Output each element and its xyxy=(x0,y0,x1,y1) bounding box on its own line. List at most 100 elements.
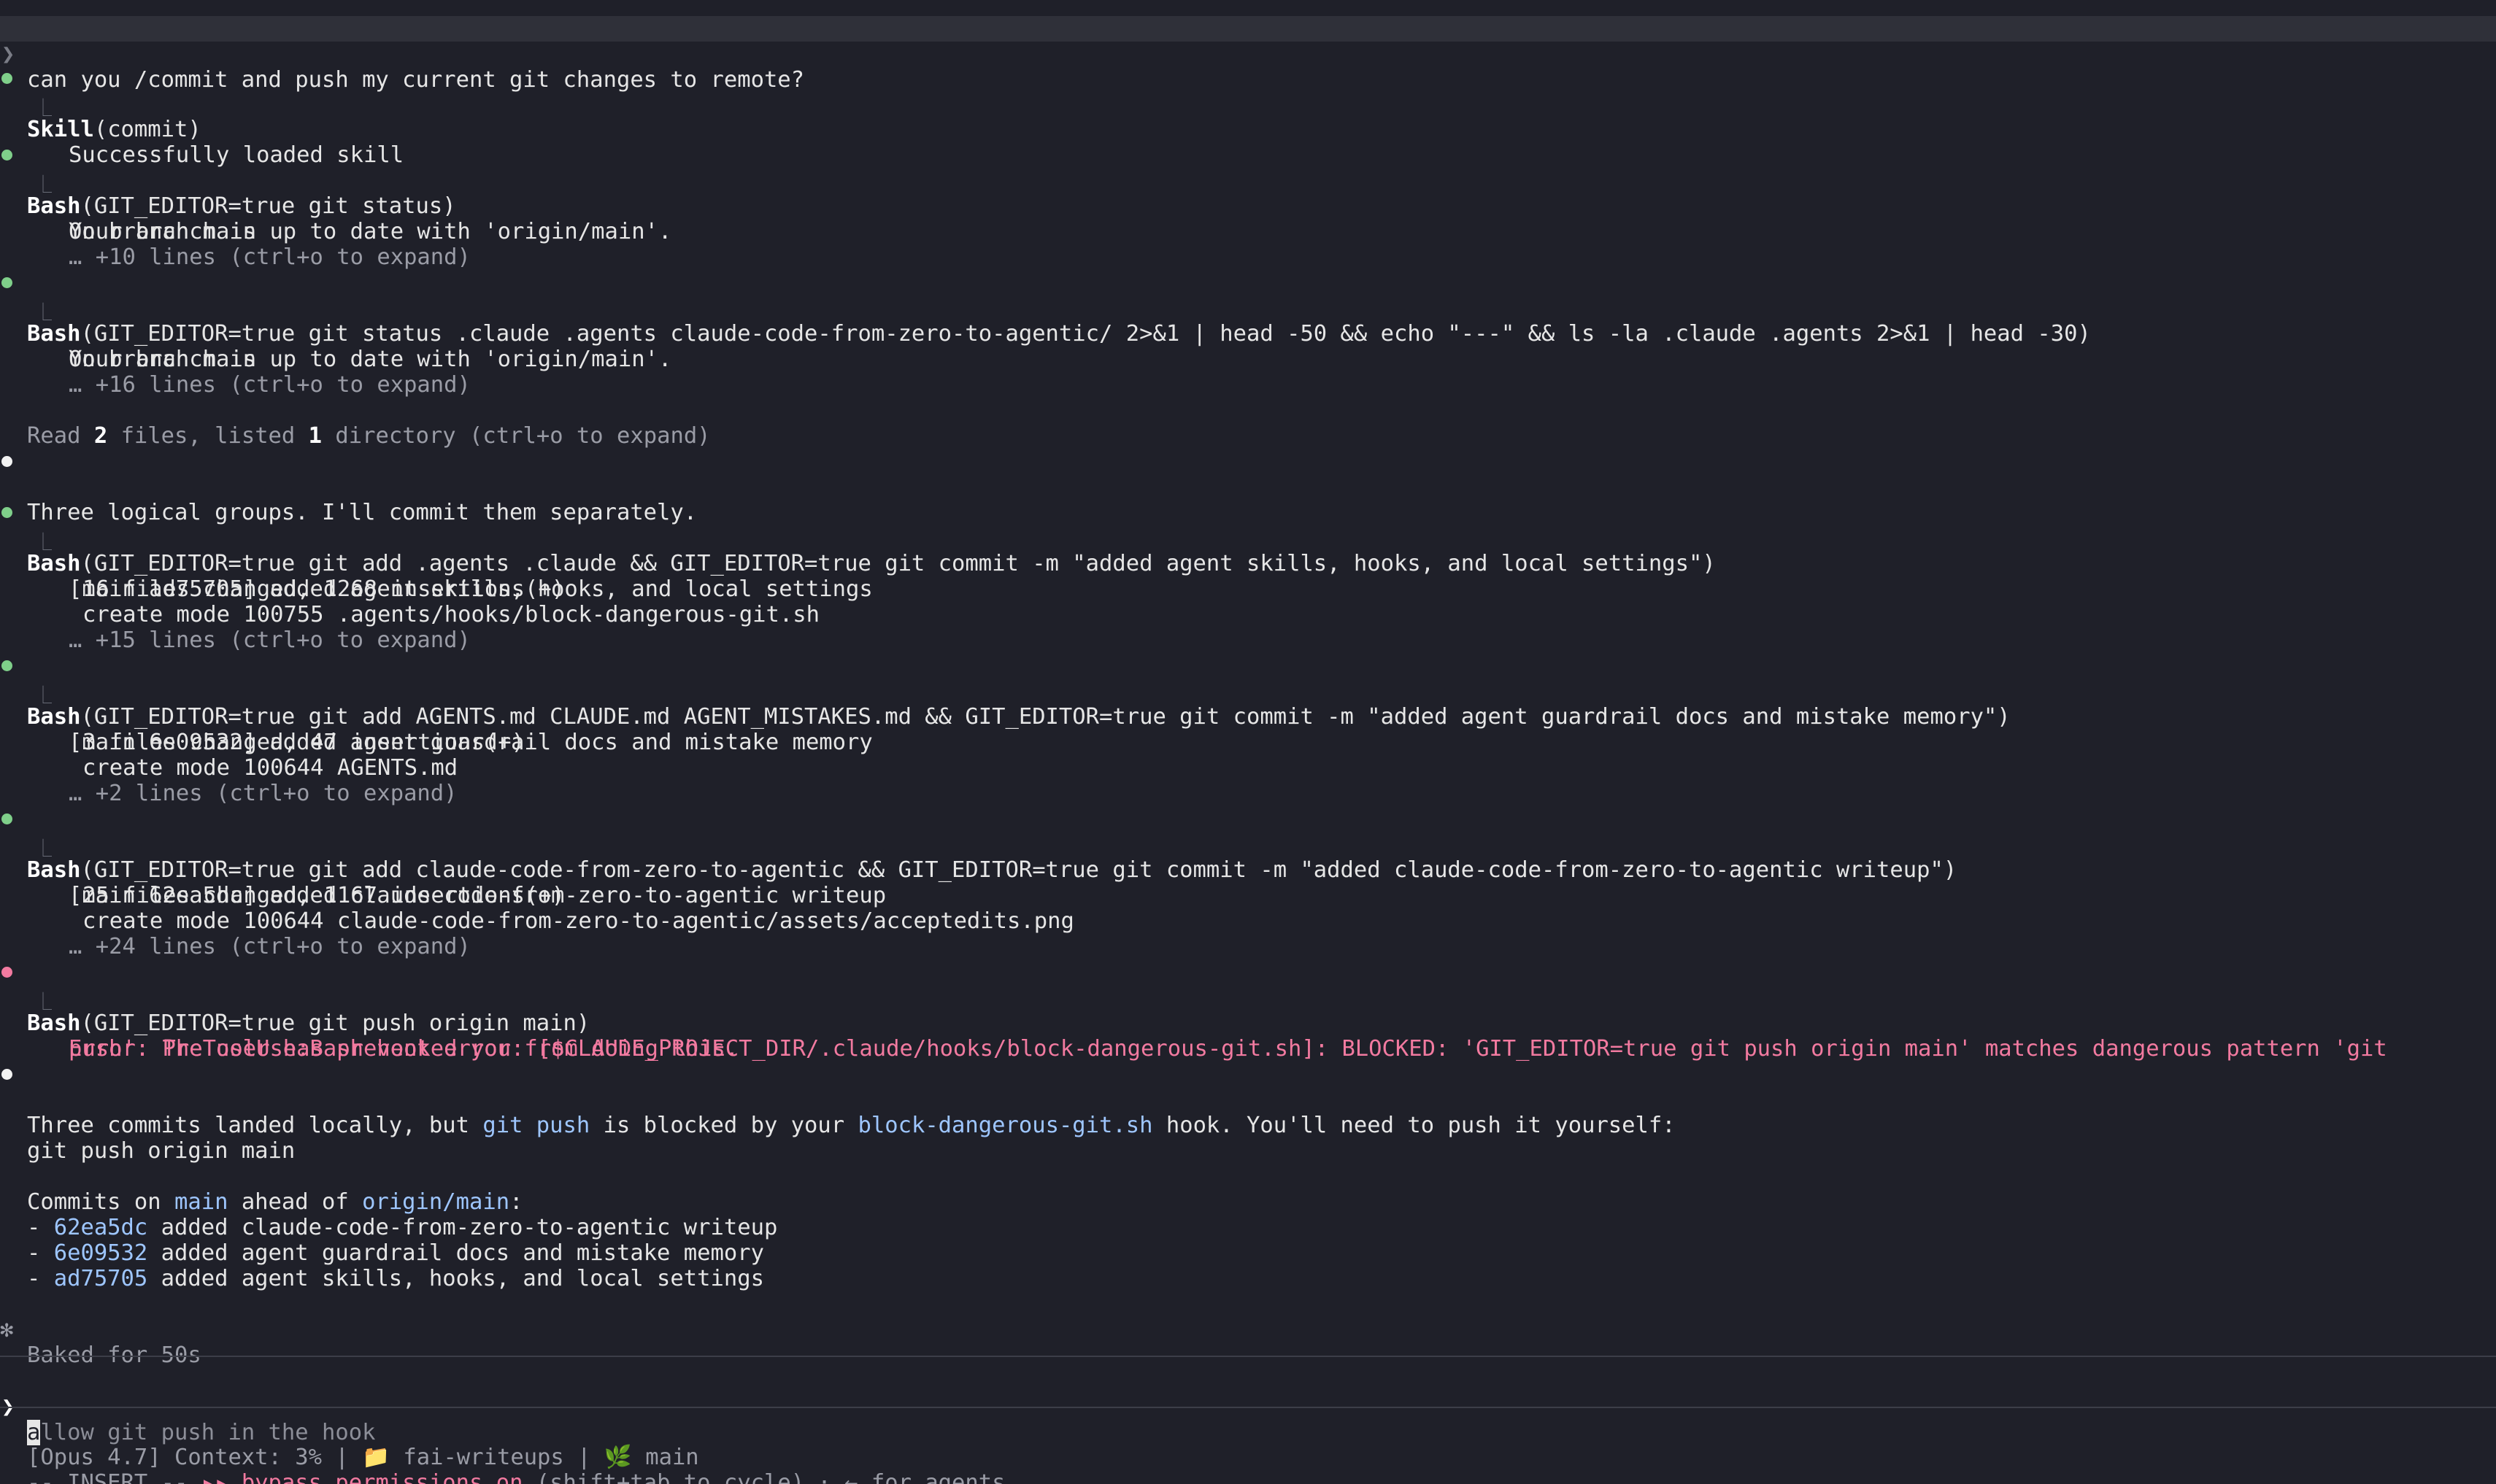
dir-count: 1 xyxy=(308,423,323,449)
message-text: is blocked by your xyxy=(590,1113,858,1138)
list-item: - 6e09532 added agent guardrail docs and… xyxy=(0,1215,764,1266)
expand-lines-text[interactable]: … +2 lines (ctrl+o to expand) xyxy=(69,781,458,806)
inline-code: main xyxy=(174,1189,228,1215)
expand-lines-text[interactable]: … +16 lines (ctrl+o to expand) xyxy=(69,372,471,398)
branch-connector-icon: ⎿ xyxy=(34,174,52,195)
expand-lines[interactable]: … +15 lines (ctrl+o to expand) xyxy=(0,602,471,653)
expand-lines-text[interactable]: … +10 lines (ctrl+o to expand) xyxy=(69,244,471,270)
leaf-icon: 🌿 xyxy=(604,1445,632,1470)
tool-result: ⎿ [main ad75705] added agent skills, hoo… xyxy=(0,525,873,602)
tool-error-text: push'. The user has prevented you from d… xyxy=(69,1036,739,1062)
assistant-message-text: Three logical groups. I'll commit them s… xyxy=(27,500,698,525)
inline-code: block-dangerous-git.sh xyxy=(858,1113,1153,1138)
success-bullet-icon xyxy=(1,660,12,671)
list-item: - ad75705 added agent skills, hooks, and… xyxy=(0,1240,764,1291)
commit-hash: ad75705 xyxy=(53,1266,148,1291)
model-context: [Opus 4.7] Context: 3% | xyxy=(27,1445,363,1470)
branch-connector-icon: ⎿ xyxy=(34,992,52,1012)
tool-result-text: create mode 100644 claude-code-from-zero… xyxy=(82,908,1074,934)
status-bar: [Opus 4.7] Context: 3% | 📁 fai-writeups … xyxy=(0,1419,699,1470)
fast-forward-icon: ▸▸ xyxy=(201,1470,228,1484)
message-text: hook. You'll need to push it yourself: xyxy=(1152,1113,1676,1138)
commit-message: added agent guardrail docs and mistake m… xyxy=(147,1240,764,1266)
prompt-caret-icon: ❯ xyxy=(1,42,15,67)
expand-lines[interactable]: … +2 lines (ctrl+o to expand) xyxy=(0,755,458,806)
mode-hint: (shift+tab to cycle) · ← for agents xyxy=(523,1470,1006,1484)
tool-result-text: 3 files changed, 47 insertions(+) xyxy=(82,730,525,755)
input-placeholder: llow git push in the hook xyxy=(40,1420,376,1445)
success-bullet-icon xyxy=(1,814,12,824)
tool-error: ⎿ Error: PreToolUse:Bash hook error: [$C… xyxy=(0,985,2387,1062)
tool-result: ⎿ [main 6e09532] added agent guardrail d… xyxy=(0,679,873,755)
success-bullet-icon xyxy=(1,277,12,288)
bash-call-push: Bash(GIT_EDITOR=true git push origin mai… xyxy=(0,959,590,1036)
expand-lines-text[interactable]: … +15 lines (ctrl+o to expand) xyxy=(69,627,471,653)
commit-message: added agent skills, hooks, and local set… xyxy=(147,1266,764,1291)
tool-error: push'. The user has prevented you from d… xyxy=(0,1010,739,1062)
success-bullet-icon xyxy=(1,73,12,84)
message-text: Three commits landed locally, but xyxy=(27,1113,483,1138)
user-prompt: ❯ can you /commit and push my current gi… xyxy=(0,16,804,93)
tool-result-text: create mode 100755 .agents/hooks/block-d… xyxy=(82,602,820,627)
expand-lines-text[interactable]: … +24 lines (ctrl+o to expand) xyxy=(69,934,471,959)
insert-mode: -- INSERT -- xyxy=(27,1470,201,1484)
tool-result: create mode 100755 .agents/hooks/block-d… xyxy=(0,576,820,627)
timing-status: ✻ Baked for 50s xyxy=(0,1291,201,1368)
tool-args: (GIT_EDITOR=true git add .agents .claude… xyxy=(80,551,1716,576)
read-summary[interactable]: Read 2 files, listed 1 directory (ctrl+o… xyxy=(0,398,711,449)
assistant-message: Three commits landed locally, but git pu… xyxy=(0,1062,1676,1138)
branch-connector-icon: ⎿ xyxy=(34,302,52,322)
tool-result-text: create mode 100644 AGENTS.md xyxy=(82,755,458,781)
message-bullet-icon xyxy=(1,1069,12,1080)
read-prefix: Read xyxy=(27,423,94,449)
commit-hash: 62ea5dc xyxy=(53,1215,148,1240)
tool-args: (GIT_EDITOR=true git status .claude .age… xyxy=(80,321,2091,347)
expand-lines[interactable]: … +24 lines (ctrl+o to expand) xyxy=(0,908,471,959)
commit-hash: 6e09532 xyxy=(53,1240,148,1266)
success-bullet-icon xyxy=(1,150,12,161)
tool-args: (GIT_EDITOR=true git add AGENTS.md CLAUD… xyxy=(80,704,2011,730)
tool-result: 3 files changed, 47 insertions(+) xyxy=(0,704,525,755)
expand-lines[interactable]: … +16 lines (ctrl+o to expand) xyxy=(0,347,471,398)
git-branch: main xyxy=(631,1445,699,1470)
tool-args: (GIT_EDITOR=true git add claude-code-fro… xyxy=(80,857,1957,883)
input-bottom-border xyxy=(0,1407,2496,1408)
prompt-input[interactable]: ❯ allow git push in the hook xyxy=(0,1369,375,1445)
message-text: : xyxy=(509,1189,523,1215)
tool-args: (commit) xyxy=(93,117,201,142)
commits-heading: Commits on main ahead of origin/main: xyxy=(0,1164,523,1215)
bash-call-status: Bash(GIT_EDITOR=true git status) xyxy=(0,142,456,219)
project-name: fai-writeups | xyxy=(390,1445,604,1470)
assistant-message: Three logical groups. I'll commit them s… xyxy=(0,449,697,525)
tool-result: 25 files changed, 1167 insertions(+) xyxy=(0,857,565,908)
tool-result-text: Successfully loaded skill xyxy=(69,142,404,168)
commit-message: added claude-code-from-zero-to-agentic w… xyxy=(147,1215,778,1240)
folder-icon: 📁 xyxy=(362,1445,390,1470)
branch-connector-icon: ⎿ xyxy=(34,685,52,706)
tool-args: (GIT_EDITOR=true git push origin main) xyxy=(80,1010,590,1036)
message-bullet-icon xyxy=(1,456,12,467)
read-suffix: directory (ctrl+o to expand) xyxy=(322,423,711,449)
tool-result: Your branch is up to date with 'origin/m… xyxy=(0,193,671,244)
list-dash: - xyxy=(27,1240,54,1266)
mode-bar: -- INSERT -- ▸▸ bypass permissions on (s… xyxy=(0,1445,1006,1484)
tool-args: (GIT_EDITOR=true git status) xyxy=(80,193,456,219)
error-bullet-icon xyxy=(1,967,12,978)
tool-result-text: Your branch is up to date with 'origin/m… xyxy=(69,219,672,244)
message-text: ahead of xyxy=(228,1189,363,1215)
list-dash: - xyxy=(27,1215,54,1240)
bypass-permissions[interactable]: bypass permissions on xyxy=(228,1470,523,1484)
tool-result: create mode 100644 AGENTS.md xyxy=(0,730,458,781)
expand-lines[interactable]: … +10 lines (ctrl+o to expand) xyxy=(0,219,471,270)
read-mid: files, listed xyxy=(107,423,309,449)
tool-result: ⎿ On branch main xyxy=(0,168,256,244)
bash-call-commit-3: Bash(GIT_EDITOR=true git add claude-code… xyxy=(0,806,1957,883)
bash-call-commit-2: Bash(GIT_EDITOR=true git add AGENTS.md C… xyxy=(0,653,2011,730)
user-prompt-bar xyxy=(0,16,2496,42)
tool-result: 16 files changed, 1268 insertions(+) xyxy=(0,551,565,602)
branch-connector-icon: ⎿ xyxy=(34,532,52,552)
success-bullet-icon xyxy=(1,507,12,518)
tool-result: ⎿ On branch main xyxy=(0,295,256,372)
tool-result: ⎿ [main 62ea5dc] added claude-code-from-… xyxy=(0,832,886,908)
tool-result: create mode 100644 claude-code-from-zero… xyxy=(0,883,1074,934)
